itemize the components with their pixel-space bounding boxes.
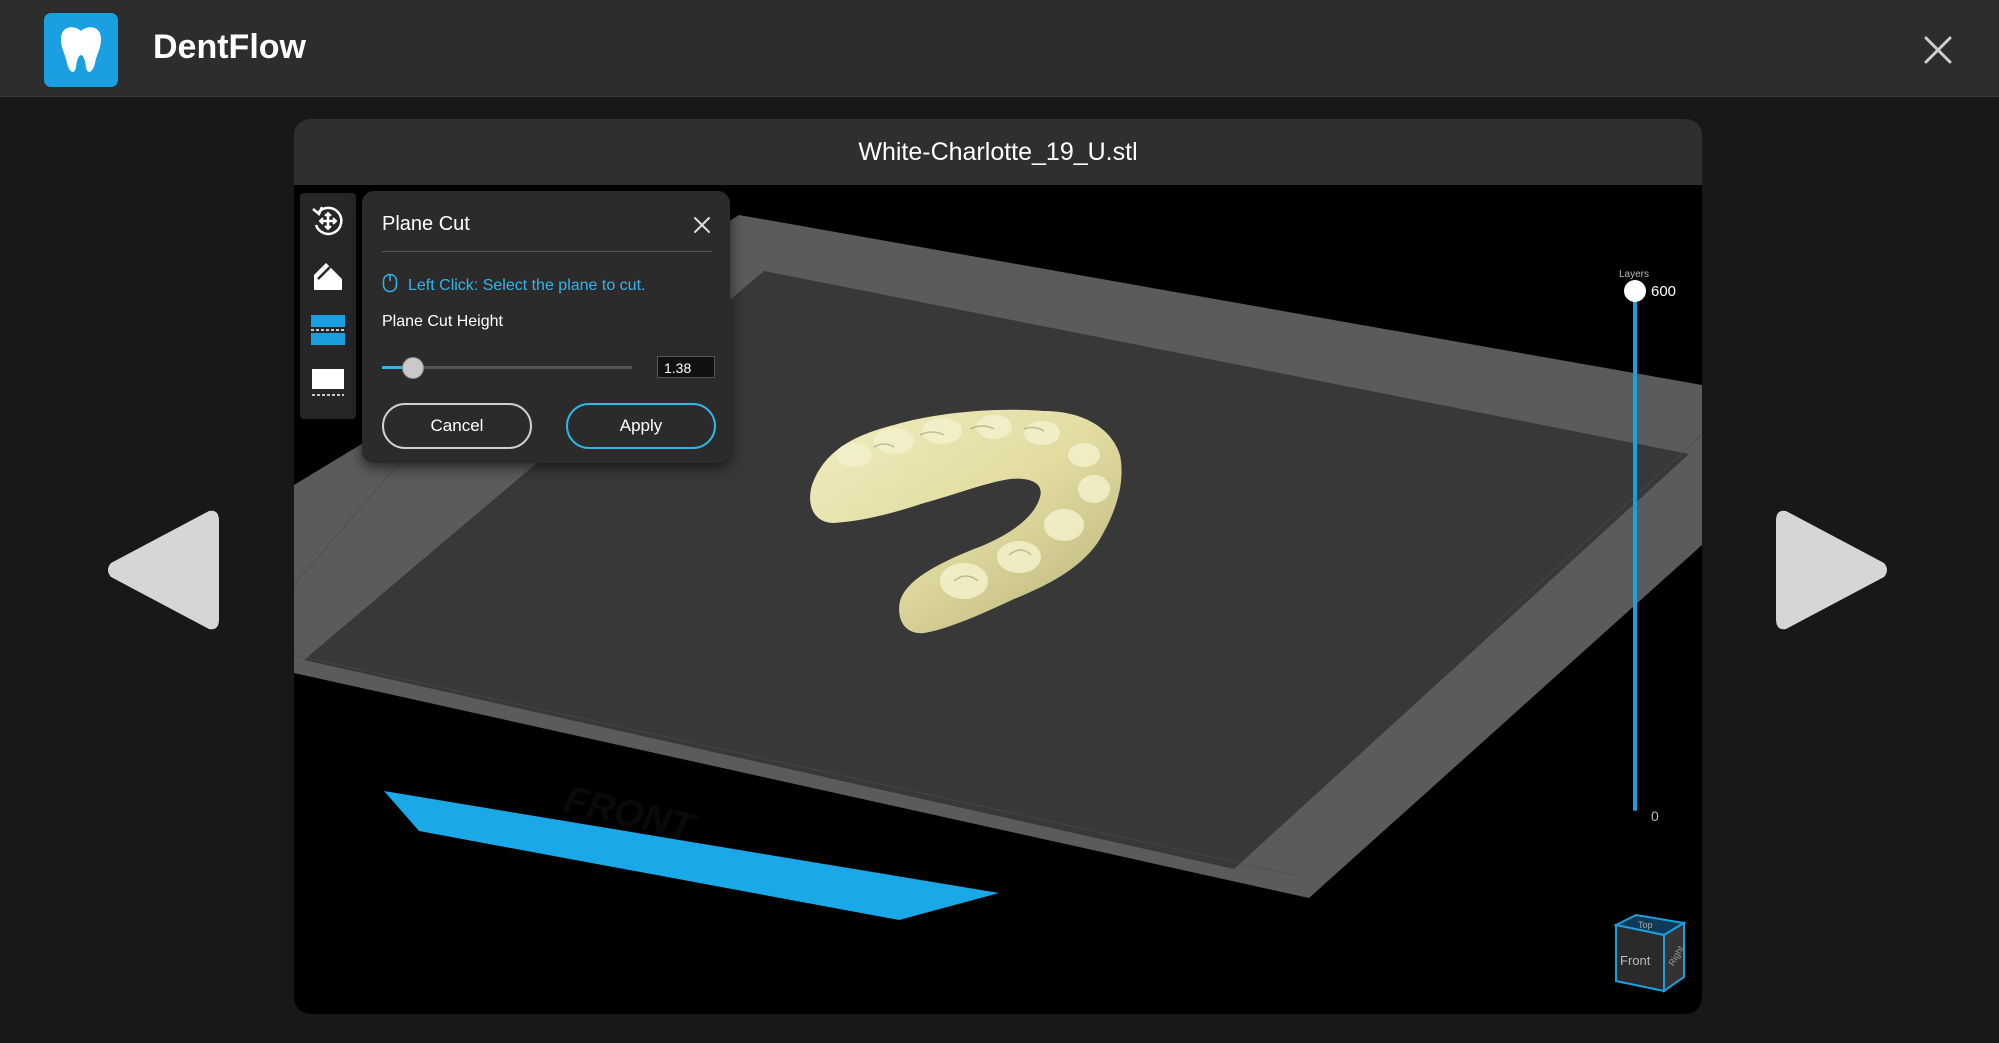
layers-slider-thumb[interactable] [1624, 280, 1646, 302]
view-cube-top: Top [1638, 920, 1653, 930]
model-viewer-panel: White-Charlotte_19_U.stl FRONT Plane Cut… [294, 119, 1702, 1014]
plane-cut-height-slider[interactable] [382, 357, 632, 379]
close-icon[interactable] [690, 213, 714, 237]
layers-slider[interactable] [1633, 289, 1637, 811]
rotate-move-icon[interactable] [308, 201, 348, 241]
plane-cut-height-label: Plane Cut Height [382, 313, 503, 330]
tool-sidebar [300, 193, 356, 419]
app-header: DentFlow [0, 0, 1999, 97]
mouse-icon [382, 273, 398, 298]
dialog-title: Plane Cut [382, 213, 470, 235]
base-icon[interactable] [308, 363, 348, 403]
dialog-divider [382, 251, 712, 252]
next-arrow-icon[interactable] [1775, 505, 1890, 635]
layers-max-value: 600 [1651, 283, 1677, 300]
layers-min-value: 0 [1651, 808, 1659, 824]
app-title: DentFlow [153, 28, 306, 66]
view-cube[interactable]: Top Front Right [1612, 913, 1688, 993]
plane-cut-icon[interactable] [308, 309, 348, 349]
support-icon[interactable] [308, 257, 348, 297]
3d-viewport[interactable]: FRONT Plane Cut Left Click: Select the p… [294, 185, 1702, 1014]
hint-row: Left Click: Select the plane to cut. [382, 273, 645, 298]
plane-cut-height-input[interactable]: 1.38 [657, 356, 715, 378]
hint-text: Left Click: Select the plane to cut. [408, 276, 646, 294]
file-name: White-Charlotte_19_U.stl [858, 137, 1138, 166]
close-icon[interactable] [1918, 30, 1958, 70]
tooth-icon [44, 13, 118, 87]
apply-button[interactable]: Apply [566, 403, 716, 449]
view-cube-front: Front [1620, 953, 1651, 968]
layers-label: Layers [1619, 269, 1650, 280]
cancel-button[interactable]: Cancel [382, 403, 532, 449]
slider-thumb[interactable] [402, 357, 424, 379]
plane-cut-dialog: Plane Cut Left Click: Select the plane t… [362, 191, 730, 463]
previous-arrow-icon[interactable] [105, 505, 220, 635]
